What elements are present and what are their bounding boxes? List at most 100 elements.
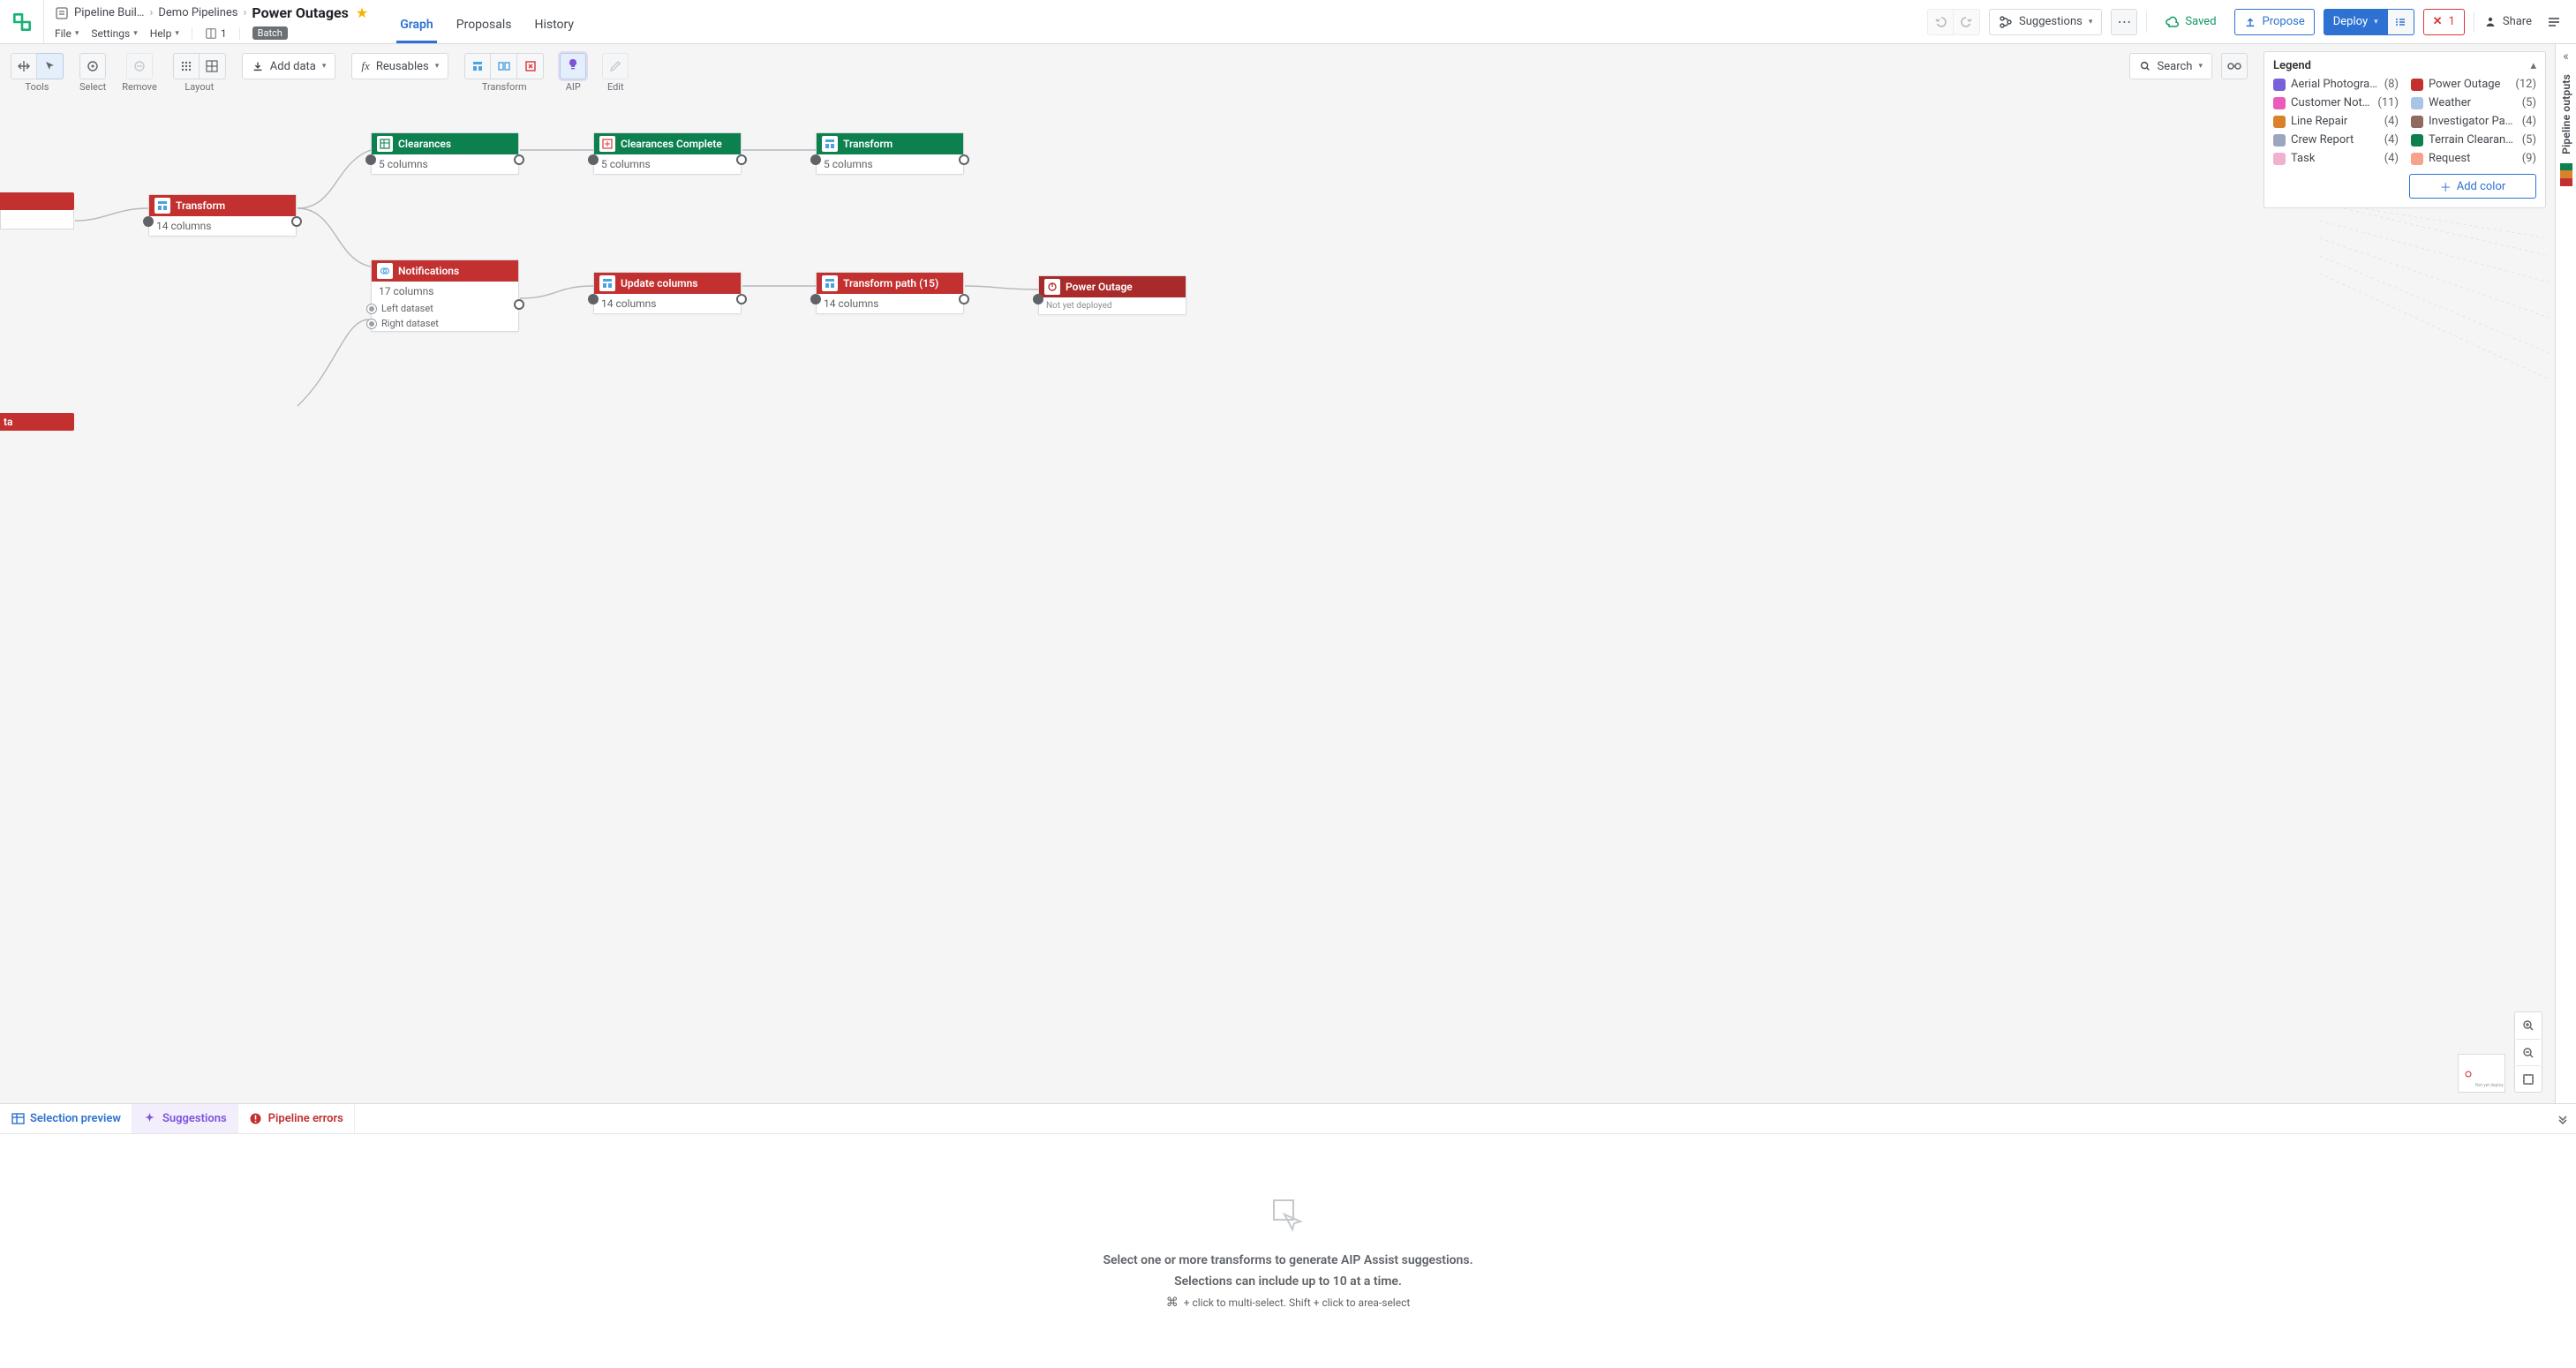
- collapse-panel-button[interactable]: [2550, 1113, 2576, 1125]
- node-out-port[interactable]: [736, 294, 747, 304]
- breadcrumb-app[interactable]: Pipeline Buil…: [74, 6, 144, 19]
- deploy-settings-button[interactable]: [2388, 9, 2414, 35]
- tab-proposals[interactable]: Proposals: [453, 7, 516, 43]
- tab-pipeline-errors[interactable]: Pipeline errors: [238, 1104, 355, 1133]
- legend-item[interactable]: Task(4): [2273, 152, 2399, 165]
- caret-down-icon: ▾: [322, 62, 327, 71]
- select-tool-button[interactable]: [37, 53, 64, 79]
- node-out-port[interactable]: [959, 294, 969, 304]
- node-power-outage[interactable]: Power Outage Not yet deployed: [1038, 275, 1186, 315]
- search-button[interactable]: Search ▾: [2129, 53, 2212, 79]
- zoom-controls: [2514, 1011, 2542, 1093]
- tab-graph[interactable]: Graph: [396, 7, 437, 43]
- layout-grid-button[interactable]: [200, 53, 226, 79]
- errors-button[interactable]: ✕ 1: [2423, 9, 2465, 35]
- caret-down-icon: ▾: [133, 29, 138, 38]
- transform-c-button[interactable]: [517, 53, 544, 79]
- graph-canvas[interactable]: ta Transform 14 columns Clearances 5 col…: [0, 44, 2576, 1103]
- add-data-button[interactable]: Add data ▾: [242, 53, 336, 79]
- legend-item[interactable]: Crew Report(4): [2273, 133, 2399, 147]
- tab-selection-preview[interactable]: Selection preview: [0, 1104, 132, 1133]
- node-in-port[interactable]: [810, 154, 821, 165]
- node-in-port[interactable]: [588, 294, 599, 304]
- zoom-in-button[interactable]: [2515, 1012, 2542, 1039]
- download-icon: [252, 60, 264, 72]
- top-bar: Pipeline Buil… › Demo Pipelines › Power …: [0, 0, 2576, 44]
- node-port-right[interactable]: Right dataset: [372, 316, 518, 331]
- legend-item[interactable]: Terrain Clearance(5): [2411, 133, 2536, 147]
- deploy-button[interactable]: Deploy ▾: [2324, 9, 2388, 35]
- edit-button[interactable]: [602, 53, 629, 79]
- error-icon: [249, 1112, 263, 1126]
- color-swatch: [2411, 79, 2423, 91]
- reusables-button[interactable]: fx Reusables ▾: [351, 53, 448, 79]
- collapse-icon[interactable]: ▴: [2530, 59, 2536, 72]
- node-clearances[interactable]: Clearances 5 columns: [371, 132, 519, 175]
- node-transform-path[interactable]: Transform path (15) 14 columns: [816, 272, 964, 314]
- legend-item[interactable]: Line Repair(4): [2273, 115, 2399, 128]
- empty-state-hint: ⌘ + click to multi-select. Shift + click…: [1166, 1296, 1411, 1310]
- node-clearances-complete[interactable]: Clearances Complete 5 columns: [593, 132, 742, 175]
- legend-item-count: (9): [2522, 152, 2536, 165]
- svg-text:Not yet deploy: Not yet deploy: [2475, 1083, 2504, 1088]
- node-in-port[interactable]: [588, 154, 599, 165]
- aip-button[interactable]: [560, 53, 586, 79]
- star-icon[interactable]: ★: [356, 4, 368, 21]
- legend-item[interactable]: Investigator Page(4): [2411, 115, 2536, 128]
- legend-item[interactable]: Power Outage(12): [2411, 78, 2536, 91]
- node-peek-bottom[interactable]: ta: [0, 413, 74, 431]
- collapse-rail-button[interactable]: «: [2563, 49, 2569, 64]
- node-out-port[interactable]: [736, 154, 747, 165]
- menu-help[interactable]: Help▾: [150, 27, 179, 40]
- node-port-left[interactable]: Left dataset: [372, 301, 518, 316]
- viewers-count[interactable]: 1: [205, 27, 227, 40]
- node-notifications[interactable]: Notifications 17 columns Left dataset Ri…: [371, 259, 519, 332]
- node-in-port[interactable]: [810, 294, 821, 304]
- add-color-button[interactable]: ＋ Add color: [2409, 174, 2536, 199]
- remove-button[interactable]: [126, 53, 153, 79]
- node-update-columns[interactable]: Update columns 14 columns: [593, 272, 742, 314]
- fx-icon: fx: [361, 59, 369, 73]
- node-transform-green[interactable]: Transform 5 columns: [816, 132, 964, 175]
- suggestions-button[interactable]: Suggestions ▾: [1989, 9, 2102, 35]
- propose-button[interactable]: Propose: [2234, 9, 2315, 35]
- node-out-port[interactable]: [959, 154, 969, 165]
- menu-file[interactable]: File▾: [55, 27, 79, 40]
- breadcrumb-folder[interactable]: Demo Pipelines: [158, 6, 237, 19]
- transform-cluster: Transform: [464, 53, 544, 93]
- legend-item-label: Line Repair: [2291, 115, 2379, 128]
- more-button[interactable]: ⋯: [2111, 9, 2137, 35]
- tab-suggestions[interactable]: Suggestions: [132, 1104, 238, 1133]
- pan-tool-button[interactable]: [11, 53, 37, 79]
- node-peek-top[interactable]: [0, 192, 74, 210]
- node-out-port[interactable]: [514, 154, 524, 165]
- zoom-fit-button[interactable]: [2515, 1065, 2542, 1092]
- legend-item[interactable]: Customer Notifi…(11): [2273, 96, 2399, 109]
- transform-a-button[interactable]: [464, 53, 491, 79]
- legend-item[interactable]: Weather(5): [2411, 96, 2536, 109]
- target-button[interactable]: [79, 53, 106, 79]
- share-button[interactable]: Share: [2483, 15, 2532, 29]
- zoom-out-button[interactable]: [2515, 1039, 2542, 1065]
- redo-button[interactable]: [1954, 9, 1980, 35]
- panel-toggle-button[interactable]: [2541, 9, 2567, 35]
- transform-b-button[interactable]: [491, 53, 517, 79]
- breadcrumb-current[interactable]: Power Outages: [252, 4, 348, 21]
- link-view-button[interactable]: [2221, 53, 2248, 79]
- node-in-port[interactable]: [1033, 294, 1043, 304]
- node-in-port[interactable]: [143, 216, 154, 227]
- layout-dots-button[interactable]: [173, 53, 200, 79]
- undo-button[interactable]: [1927, 9, 1954, 35]
- tab-history[interactable]: History: [531, 7, 578, 43]
- node-out-port[interactable]: [291, 216, 302, 227]
- color-swatch: [2411, 116, 2423, 128]
- menu-settings[interactable]: Settings▾: [91, 27, 137, 40]
- legend-item[interactable]: Request (9): [2411, 152, 2536, 165]
- side-rail-label[interactable]: Pipeline outputs: [2560, 74, 2572, 154]
- node-in-port[interactable]: [365, 154, 376, 165]
- node-out-port[interactable]: [514, 299, 524, 310]
- legend-item-label: Request: [2429, 152, 2517, 165]
- legend-item[interactable]: Aerial Photography(8): [2273, 78, 2399, 91]
- node-transform-1[interactable]: Transform 14 columns: [148, 194, 297, 237]
- minimap[interactable]: Not yet deploy: [2458, 1054, 2505, 1093]
